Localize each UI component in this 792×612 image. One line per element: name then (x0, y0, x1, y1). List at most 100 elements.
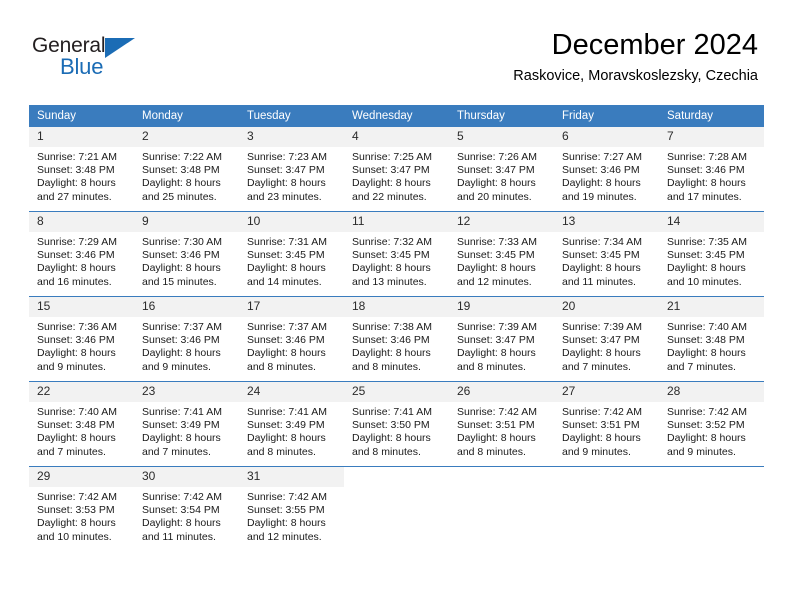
day-daylight1-text: Daylight: 8 hours (562, 177, 641, 190)
day-daylight2-text: and 9 minutes. (37, 360, 106, 373)
day-details: Sunrise: 7:21 AM Sunset: 3:48 PM Daylight:… (29, 147, 134, 204)
calendar-day-cell[interactable]: 7 Sunrise: 7:28 AM Sunset: 3:46 PM Daylight… (659, 127, 764, 212)
day-sunset-text: Sunset: 3:45 PM (562, 249, 640, 262)
day-daylight2-text: and 11 minutes. (142, 530, 216, 543)
weekday-header-wednesday: Wednesday (344, 105, 449, 127)
calendar-day-cell[interactable]: 2 Sunrise: 7:22 AM Sunset: 3:48 PM Daylight… (134, 127, 239, 212)
day-number: 27 (554, 382, 659, 402)
page-subtitle: Raskovice, Moravskoslezsky, Czechia (513, 68, 758, 84)
day-sunrise-text: Sunrise: 7:38 AM (352, 321, 432, 333)
day-sunrise-text: Sunrise: 7:42 AM (562, 406, 642, 418)
day-daylight1-text: Daylight: 8 hours (352, 347, 431, 360)
calendar-day-cell[interactable]: 6 Sunrise: 7:27 AM Sunset: 3:46 PM Daylight… (554, 127, 659, 212)
calendar-day-cell[interactable]: 17 Sunrise: 7:37 AM Sunset: 3:46 PM Dayligh… (239, 296, 344, 382)
calendar-day-cell[interactable]: 15 Sunrise: 7:36 AM Sunset: 3:46 PM Dayligh… (29, 296, 134, 382)
day-sunrise-text: Sunrise: 7:21 AM (37, 151, 117, 163)
calendar-day-cell[interactable] (449, 466, 554, 551)
calendar-day-cell[interactable]: 24 Sunrise: 7:41 AM Sunset: 3:49 PM Dayligh… (239, 381, 344, 467)
day-daylight2-text: and 8 minutes. (247, 445, 316, 458)
day-number: 21 (659, 297, 764, 317)
calendar-day-cell[interactable]: 26 Sunrise: 7:42 AM Sunset: 3:51 PM Dayligh… (449, 381, 554, 467)
calendar-day-cell[interactable]: 18 Sunrise: 7:38 AM Sunset: 3:46 PM Dayligh… (344, 296, 449, 382)
day-sunrise-text: Sunrise: 7:27 AM (562, 151, 642, 163)
day-daylight2-text: and 9 minutes. (562, 445, 631, 458)
day-details: Sunrise: 7:42 AM Sunset: 3:52 PM Daylight:… (659, 402, 764, 459)
day-daylight2-text: and 12 minutes. (247, 530, 322, 543)
calendar-day-cell[interactable]: 23 Sunrise: 7:41 AM Sunset: 3:49 PM Dayligh… (134, 381, 239, 467)
calendar-day-cell[interactable]: 11 Sunrise: 7:32 AM Sunset: 3:45 PM Dayligh… (344, 211, 449, 297)
calendar-day-cell[interactable] (344, 466, 449, 551)
calendar-day-cell[interactable]: 13 Sunrise: 7:34 AM Sunset: 3:45 PM Dayligh… (554, 211, 659, 297)
calendar-day-cell[interactable]: 27 Sunrise: 7:42 AM Sunset: 3:51 PM Dayligh… (554, 381, 659, 467)
calendar-day-cell[interactable]: 30 Sunrise: 7:42 AM Sunset: 3:54 PM Dayligh… (134, 466, 239, 551)
calendar-day-cell[interactable]: 4 Sunrise: 7:25 AM Sunset: 3:47 PM Daylight… (344, 127, 449, 212)
day-sunset-text: Sunset: 3:45 PM (667, 249, 745, 262)
day-sunset-text: Sunset: 3:55 PM (247, 504, 325, 517)
calendar-day-cell[interactable]: 28 Sunrise: 7:42 AM Sunset: 3:52 PM Dayligh… (659, 381, 764, 467)
day-daylight2-text: and 7 minutes. (667, 360, 736, 373)
weekday-header-thursday: Thursday (449, 105, 554, 127)
day-daylight1-text: Daylight: 8 hours (562, 432, 641, 445)
day-details: Sunrise: 7:33 AM Sunset: 3:45 PM Daylight:… (449, 232, 554, 289)
day-daylight2-text: and 11 minutes. (562, 275, 636, 288)
day-sunset-text: Sunset: 3:47 PM (457, 334, 535, 347)
calendar-day-cell[interactable]: 19 Sunrise: 7:39 AM Sunset: 3:47 PM Dayligh… (449, 296, 554, 382)
calendar-day-cell[interactable]: 21 Sunrise: 7:40 AM Sunset: 3:48 PM Dayligh… (659, 296, 764, 382)
day-details: Sunrise: 7:40 AM Sunset: 3:48 PM Daylight:… (659, 317, 764, 374)
calendar-day-cell[interactable]: 10 Sunrise: 7:31 AM Sunset: 3:45 PM Dayligh… (239, 211, 344, 297)
calendar-week-row: 1 Sunrise: 7:21 AM Sunset: 3:48 PM Daylight… (29, 127, 764, 212)
day-details: Sunrise: 7:42 AM Sunset: 3:55 PM Daylight:… (239, 487, 344, 544)
day-sunset-text: Sunset: 3:45 PM (352, 249, 430, 262)
day-sunrise-text: Sunrise: 7:31 AM (247, 236, 327, 248)
day-daylight2-text: and 27 minutes. (37, 190, 112, 203)
day-daylight1-text: Daylight: 8 hours (667, 177, 746, 190)
day-daylight1-text: Daylight: 8 hours (37, 262, 116, 275)
day-number (449, 467, 554, 487)
day-daylight1-text: Daylight: 8 hours (457, 177, 536, 190)
day-sunrise-text: Sunrise: 7:39 AM (457, 321, 537, 333)
calendar-day-cell[interactable]: 9 Sunrise: 7:30 AM Sunset: 3:46 PM Daylight… (134, 211, 239, 297)
day-sunrise-text: Sunrise: 7:40 AM (667, 321, 747, 333)
calendar-day-cell[interactable]: 16 Sunrise: 7:37 AM Sunset: 3:46 PM Dayligh… (134, 296, 239, 382)
day-details: Sunrise: 7:25 AM Sunset: 3:47 PM Daylight:… (344, 147, 449, 204)
calendar-day-cell[interactable]: 12 Sunrise: 7:33 AM Sunset: 3:45 PM Dayligh… (449, 211, 554, 297)
day-sunset-text: Sunset: 3:46 PM (247, 334, 325, 347)
day-daylight1-text: Daylight: 8 hours (562, 262, 641, 275)
day-details: Sunrise: 7:26 AM Sunset: 3:47 PM Daylight:… (449, 147, 554, 204)
calendar-day-cell[interactable]: 3 Sunrise: 7:23 AM Sunset: 3:47 PM Daylight… (239, 127, 344, 212)
day-daylight1-text: Daylight: 8 hours (457, 432, 536, 445)
calendar-day-cell[interactable]: 14 Sunrise: 7:35 AM Sunset: 3:45 PM Dayligh… (659, 211, 764, 297)
day-details: Sunrise: 7:41 AM Sunset: 3:50 PM Daylight:… (344, 402, 449, 459)
calendar-day-cell[interactable]: 1 Sunrise: 7:21 AM Sunset: 3:48 PM Daylight… (29, 127, 134, 212)
calendar-day-cell[interactable]: 22 Sunrise: 7:40 AM Sunset: 3:48 PM Dayligh… (29, 381, 134, 467)
day-sunrise-text: Sunrise: 7:42 AM (667, 406, 747, 418)
calendar-week-row: 8 Sunrise: 7:29 AM Sunset: 3:46 PM Daylight… (29, 211, 764, 297)
logo-triangle-icon (105, 38, 135, 58)
day-sunrise-text: Sunrise: 7:28 AM (667, 151, 747, 163)
day-daylight2-text: and 16 minutes. (37, 275, 112, 288)
calendar-day-cell[interactable]: 25 Sunrise: 7:41 AM Sunset: 3:50 PM Dayligh… (344, 381, 449, 467)
calendar-day-cell[interactable]: 8 Sunrise: 7:29 AM Sunset: 3:46 PM Daylight… (29, 211, 134, 297)
day-daylight2-text: and 7 minutes. (562, 360, 631, 373)
day-sunrise-text: Sunrise: 7:41 AM (352, 406, 432, 418)
day-details: Sunrise: 7:31 AM Sunset: 3:45 PM Daylight:… (239, 232, 344, 289)
weekday-header-tuesday: Tuesday (239, 105, 344, 127)
day-details: Sunrise: 7:41 AM Sunset: 3:49 PM Daylight:… (134, 402, 239, 459)
day-number: 20 (554, 297, 659, 317)
day-daylight1-text: Daylight: 8 hours (247, 347, 326, 360)
calendar-day-cell[interactable]: 29 Sunrise: 7:42 AM Sunset: 3:53 PM Dayligh… (29, 466, 134, 551)
day-number: 25 (344, 382, 449, 402)
title-block: December 2024 Raskovice, Moravskoslezsky… (513, 28, 758, 86)
day-daylight2-text: and 9 minutes. (142, 360, 211, 373)
calendar-day-cell[interactable] (659, 466, 764, 551)
calendar-day-cell[interactable] (554, 466, 659, 551)
day-details: Sunrise: 7:39 AM Sunset: 3:47 PM Daylight:… (449, 317, 554, 374)
day-sunrise-text: Sunrise: 7:29 AM (37, 236, 117, 248)
day-details: Sunrise: 7:36 AM Sunset: 3:46 PM Daylight:… (29, 317, 134, 374)
day-daylight1-text: Daylight: 8 hours (352, 432, 431, 445)
calendar-day-cell[interactable]: 5 Sunrise: 7:26 AM Sunset: 3:47 PM Daylight… (449, 127, 554, 212)
calendar-day-cell[interactable]: 20 Sunrise: 7:39 AM Sunset: 3:47 PM Dayligh… (554, 296, 659, 382)
calendar-day-cell[interactable]: 31 Sunrise: 7:42 AM Sunset: 3:55 PM Dayligh… (239, 466, 344, 551)
day-daylight1-text: Daylight: 8 hours (37, 432, 116, 445)
day-daylight2-text: and 8 minutes. (457, 360, 526, 373)
